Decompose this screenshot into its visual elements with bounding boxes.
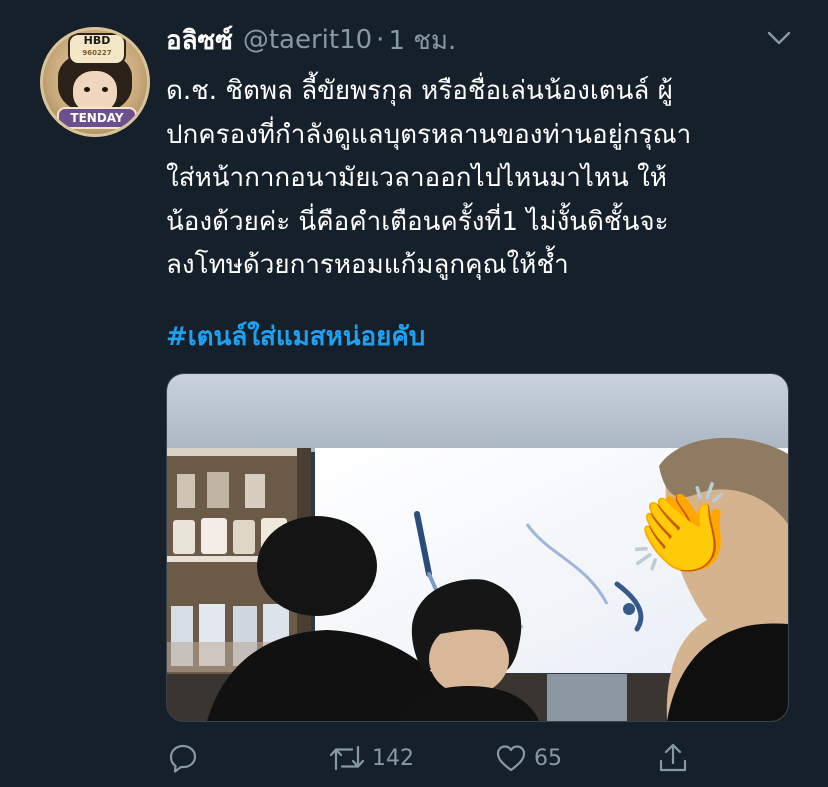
tweet[interactable]: HBD 960227 TENDAY อลิซซ์ @taerit10 · 1 ช… <box>0 0 828 787</box>
tweet-text-line: ปกครองที่กำลังดูแลบุตรหลานของท่านอยู่กรุ… <box>166 119 692 150</box>
tweet-text-line: น้องด้วยค่ะ นี่คือคำเตือนครั้งที่1 ไม่งั… <box>166 206 669 237</box>
tweet-text-line: ลงโทษด้วยการหอมแก้มลูกคุณให้ช้ำ <box>166 250 569 280</box>
retweet-count: 142 <box>372 745 414 771</box>
tweet-text-line: ใส่หน้ากากอนามัยเวลาออกไปไหนมาไหน ให้ <box>166 163 667 193</box>
like-button[interactable]: 65 <box>494 738 562 778</box>
tweet-header: อลิซซ์ @taerit10 · 1 ชม. <box>166 22 456 58</box>
tweet-text-line: ด.ช. ชิตพล ลี้ขัยพรกุล หรือชื่อเล่นน้องเ… <box>166 76 673 106</box>
user-handle[interactable]: @taerit10 <box>243 25 372 55</box>
reply-icon <box>169 744 197 773</box>
share-button[interactable] <box>656 738 696 778</box>
display-name[interactable]: อลิซซ์ <box>166 20 233 61</box>
tweet-timestamp[interactable]: 1 ชม. <box>388 20 456 61</box>
separator-dot: · <box>376 25 385 55</box>
tweet-text: ด.ช. ชิตพล ลี้ขัยพรกุล หรือชื่อเล่นน้องเ… <box>166 70 806 288</box>
retweet-button[interactable]: 142 <box>328 738 414 778</box>
hashtag-link[interactable]: #เตนล์ใส่แมสหน่อยคับ <box>166 316 425 357</box>
reply-button[interactable] <box>166 738 206 778</box>
retweet-icon <box>329 745 365 771</box>
chevron-down-icon[interactable] <box>766 30 792 46</box>
like-count: 65 <box>534 745 562 771</box>
tweet-actions: 142 65 <box>0 738 828 778</box>
share-icon <box>659 743 687 772</box>
avatar-ring <box>40 27 150 137</box>
avatar[interactable]: HBD 960227 TENDAY <box>40 27 150 137</box>
media-photo[interactable]: 👏 <box>166 373 789 722</box>
clapping-hands-emoji: 👏 <box>627 478 737 581</box>
heart-icon <box>496 745 526 772</box>
